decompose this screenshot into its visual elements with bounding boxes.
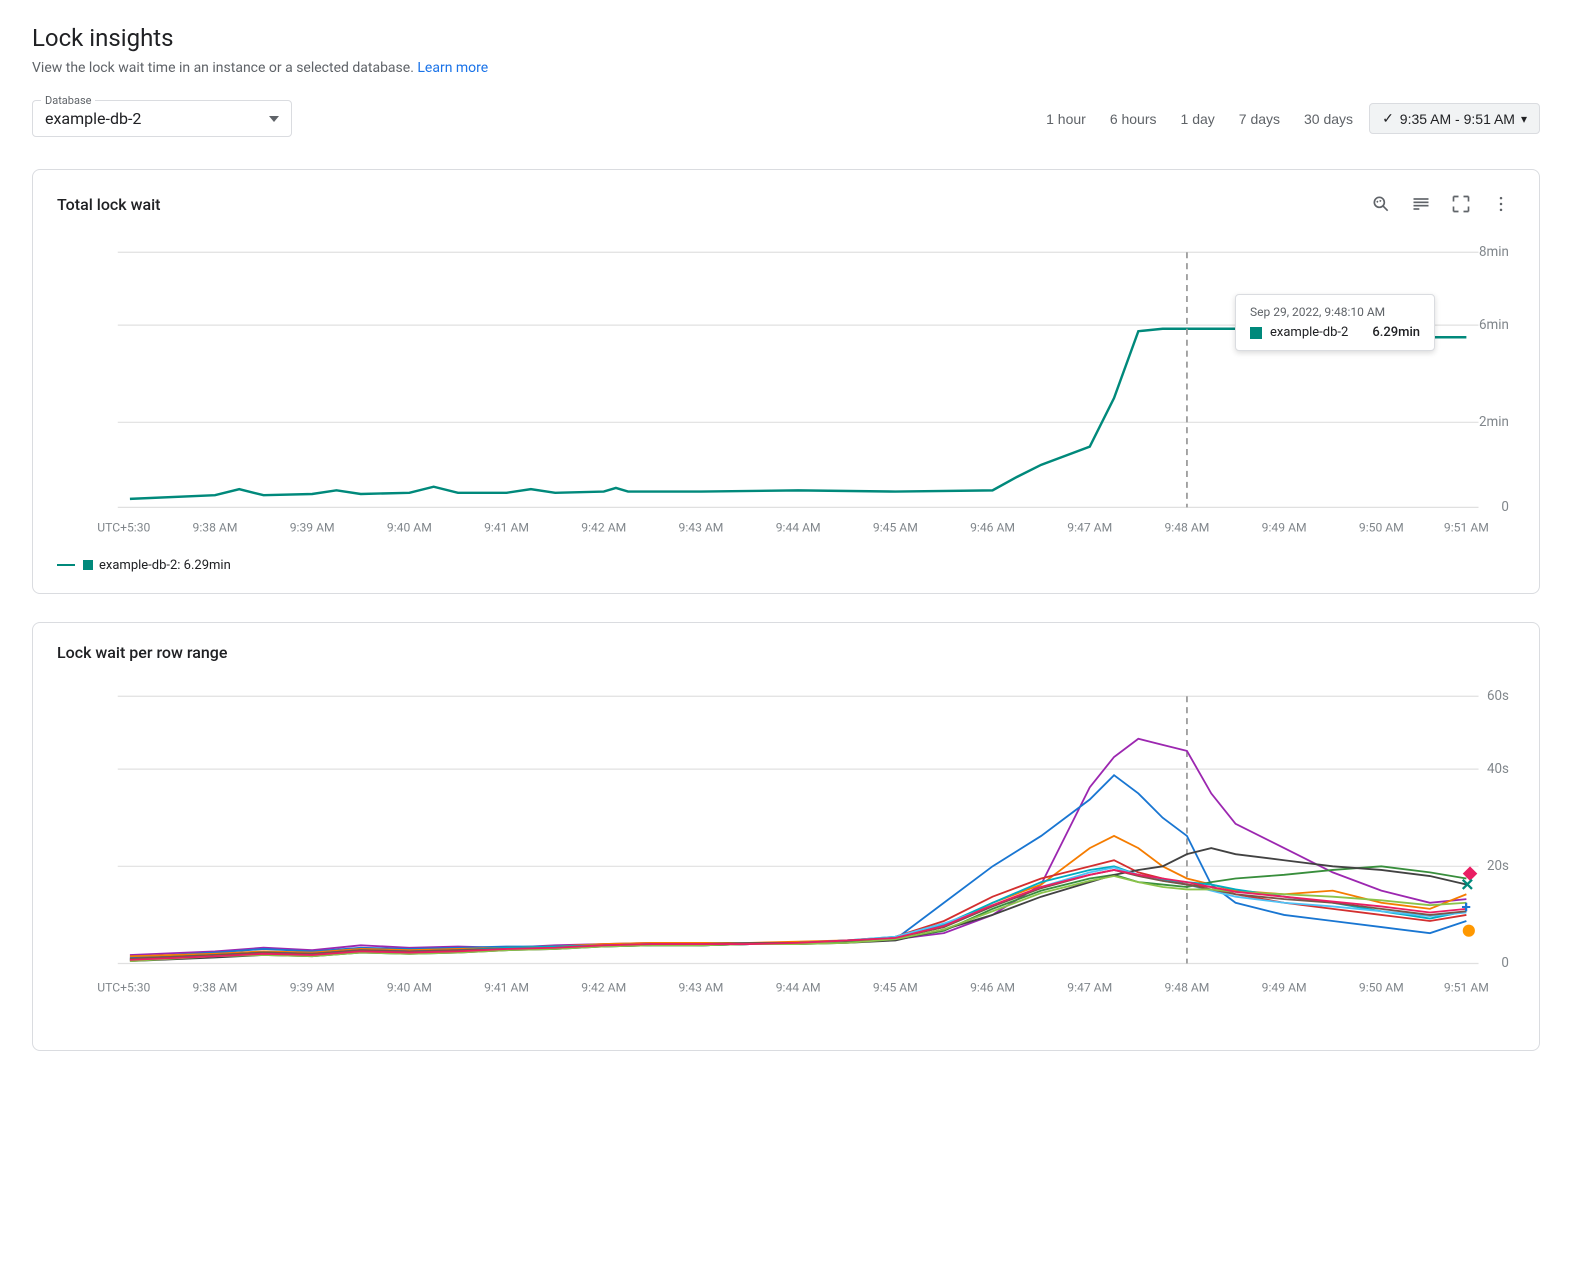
chart2-title: Lock wait per row range (57, 643, 227, 662)
total-lock-wait-card: Total lock wait (32, 169, 1540, 594)
svg-text:9:41 AM: 9:41 AM (484, 980, 529, 994)
lock-wait-per-row-card: Lock wait per row range 60s 40s 20s 0 UT… (32, 622, 1540, 1051)
chart1-actions (1367, 190, 1515, 218)
svg-text:9:42 AM: 9:42 AM (581, 521, 626, 535)
legend-line-icon (57, 564, 75, 566)
svg-text:9:49 AM: 9:49 AM (1262, 521, 1307, 535)
chart2-area: 60s 40s 20s 0 UTC+5:30 9:38 AM 9:39 AM 9… (57, 678, 1515, 1030)
svg-text:9:43 AM: 9:43 AM (679, 980, 724, 994)
svg-text:UTC+5:30: UTC+5:30 (97, 980, 150, 994)
chart1-legend: example-db-2: 6.29min (57, 558, 1515, 573)
svg-text:9:50 AM: 9:50 AM (1359, 521, 1404, 535)
chart1-more-button[interactable] (1487, 190, 1515, 218)
checkmark-icon: ✓ (1382, 110, 1394, 127)
chart2-header: Lock wait per row range (57, 643, 1515, 662)
svg-text:9:49 AM: 9:49 AM (1262, 980, 1307, 994)
chart1-search-button[interactable] (1367, 190, 1395, 218)
chart1-fullscreen-button[interactable] (1447, 190, 1475, 218)
svg-text:9:38 AM: 9:38 AM (193, 980, 238, 994)
svg-text:9:40 AM: 9:40 AM (387, 980, 432, 994)
database-select-label: Database (41, 94, 95, 107)
legend-square-icon (83, 560, 93, 570)
chart2-svg: 60s 40s 20s 0 UTC+5:30 9:38 AM 9:39 AM 9… (57, 678, 1515, 1030)
page-title: Lock insights (32, 24, 1540, 52)
svg-text:20s: 20s (1487, 859, 1509, 874)
svg-text:60s: 60s (1487, 689, 1509, 704)
chart1-title: Total lock wait (57, 195, 160, 214)
svg-text:9:45 AM: 9:45 AM (873, 980, 918, 994)
dropdown-arrow-icon (269, 116, 279, 122)
time-range-controls: 1 hour 6 hours 1 day 7 days 30 days ✓ 9:… (1038, 103, 1540, 134)
svg-text:9:39 AM: 9:39 AM (290, 521, 335, 535)
selected-time-range: 9:35 AM - 9:51 AM (1400, 111, 1515, 127)
database-select-value: example-db-2 (45, 109, 141, 128)
database-select[interactable]: Database example-db-2 (32, 100, 292, 137)
svg-text:9:50 AM: 9:50 AM (1359, 980, 1404, 994)
svg-text:+: + (1462, 897, 1471, 917)
svg-text:9:51 AM: 9:51 AM (1444, 521, 1489, 535)
learn-more-link[interactable]: Learn more (417, 60, 488, 76)
svg-text:9:43 AM: 9:43 AM (679, 521, 724, 535)
svg-text:9:46 AM: 9:46 AM (970, 980, 1015, 994)
time-range-1day[interactable]: 1 day (1173, 105, 1223, 133)
controls-row: Database example-db-2 1 hour 6 hours 1 d… (32, 100, 1540, 137)
svg-text:9:39 AM: 9:39 AM (290, 980, 335, 994)
svg-text:9:47 AM: 9:47 AM (1067, 521, 1112, 535)
svg-text:9:46 AM: 9:46 AM (970, 521, 1015, 535)
svg-text:9:45 AM: 9:45 AM (873, 521, 918, 535)
svg-text:8min: 8min (1479, 245, 1509, 260)
time-range-30days[interactable]: 30 days (1296, 105, 1361, 133)
svg-text:9:40 AM: 9:40 AM (387, 521, 432, 535)
svg-text:UTC+5:30: UTC+5:30 (97, 521, 150, 535)
svg-text:9:48 AM: 9:48 AM (1164, 521, 1209, 535)
chart1-header: Total lock wait (57, 190, 1515, 218)
chart1-legend-button[interactable] (1407, 190, 1435, 218)
svg-text:6min: 6min (1479, 318, 1509, 333)
svg-text:0: 0 (1501, 500, 1509, 515)
time-range-6hours[interactable]: 6 hours (1102, 105, 1165, 133)
chart1-area: 8min 6min 2min 0 UTC+5:30 9:38 AM 9:39 A… (57, 234, 1515, 550)
svg-text:9:51 AM: 9:51 AM (1444, 980, 1489, 994)
svg-text:9:47 AM: 9:47 AM (1067, 980, 1112, 994)
svg-text:9:41 AM: 9:41 AM (484, 521, 529, 535)
time-custom-range[interactable]: ✓ 9:35 AM - 9:51 AM ▾ (1369, 103, 1540, 134)
svg-text:✕: ✕ (1460, 876, 1474, 896)
time-range-7days[interactable]: 7 days (1231, 105, 1288, 133)
svg-text:9:44 AM: 9:44 AM (776, 521, 821, 535)
time-dropdown-arrow-icon: ▾ (1521, 112, 1527, 126)
svg-text:2min: 2min (1479, 415, 1509, 430)
svg-text:40s: 40s (1487, 762, 1509, 777)
page-subtitle: View the lock wait time in an instance o… (32, 60, 1540, 76)
svg-text:9:42 AM: 9:42 AM (581, 980, 626, 994)
time-range-1hour[interactable]: 1 hour (1038, 105, 1094, 133)
svg-text:9:48 AM: 9:48 AM (1164, 980, 1209, 994)
chart1-legend-label: example-db-2: 6.29min (99, 558, 231, 573)
chart1-svg: 8min 6min 2min 0 UTC+5:30 9:38 AM 9:39 A… (57, 234, 1515, 550)
svg-text:9:38 AM: 9:38 AM (193, 521, 238, 535)
svg-text:0: 0 (1501, 956, 1509, 971)
svg-text:9:44 AM: 9:44 AM (776, 980, 821, 994)
